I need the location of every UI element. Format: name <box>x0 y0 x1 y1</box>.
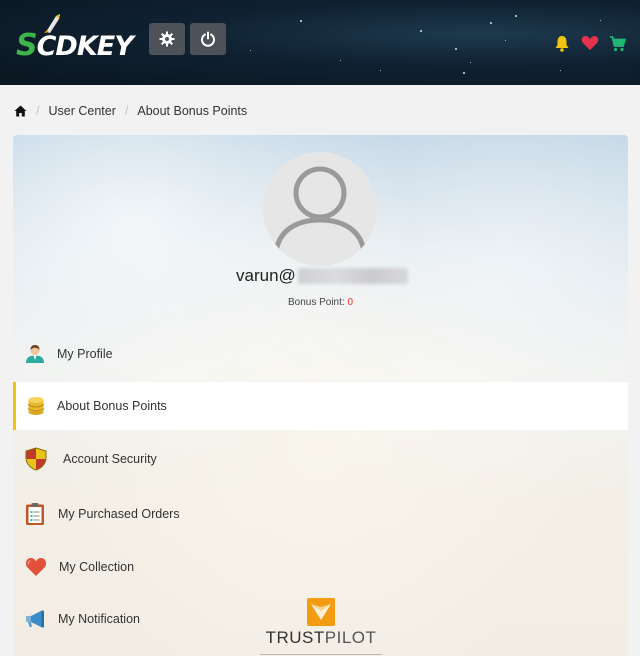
settings-button[interactable] <box>149 23 185 55</box>
bell-icon <box>555 36 569 52</box>
breadcrumb-item-user-center[interactable]: User Center <box>48 104 115 118</box>
user-center-panel: varun@ Bonus Point: 0 My Profile About B… <box>13 135 628 656</box>
trustpilot-divider <box>260 654 382 655</box>
breadcrumb-separator: / <box>124 104 129 118</box>
star-decoration <box>420 30 422 32</box>
cart-button[interactable] <box>609 35 626 52</box>
trustpilot-brand-light: PILOT <box>324 628 377 647</box>
user-avatar-icon <box>273 166 367 253</box>
menu-item-my-profile[interactable]: My Profile <box>13 330 628 378</box>
coins-icon <box>27 396 45 416</box>
power-icon <box>201 31 215 47</box>
star-decoration <box>300 20 302 22</box>
breadcrumb-home[interactable] <box>14 105 27 117</box>
heart-icon <box>581 36 599 50</box>
star-decoration <box>490 22 492 24</box>
cart-icon <box>610 36 626 52</box>
username: varun@ <box>236 265 408 287</box>
menu-item-label: My Collection <box>59 560 135 574</box>
breadcrumb-separator: / <box>36 104 40 118</box>
user-icon <box>25 344 45 364</box>
menu-item-account-security[interactable]: Account Security <box>13 435 628 483</box>
trustpilot-badge[interactable]: TRUSTPILOT <box>260 598 382 656</box>
breadcrumb: / User Center / About Bonus Points <box>14 102 247 120</box>
star-decoration <box>470 62 471 63</box>
menu-item-label: Account Security <box>63 452 157 466</box>
star-decoration <box>340 60 341 61</box>
star-decoration <box>380 70 381 71</box>
star-decoration <box>600 20 601 21</box>
shield-icon <box>25 447 47 471</box>
star-decoration <box>515 15 517 17</box>
bonus-point-value: 0 <box>347 297 354 308</box>
star-decoration <box>250 50 251 51</box>
trustpilot-wordmark: TRUSTPILOT <box>266 628 377 648</box>
trustpilot-brand-main: TRUST <box>265 628 325 647</box>
heart-icon <box>25 557 47 577</box>
star-decoration <box>560 70 561 71</box>
site-header: SCDKEY <box>0 0 640 85</box>
menu-item-label: My Notification <box>58 612 140 626</box>
breadcrumb-item-current: About Bonus Points <box>137 104 248 118</box>
username-redacted <box>297 268 408 284</box>
clipboard-icon <box>25 502 45 526</box>
avatar[interactable] <box>263 152 377 266</box>
megaphone-icon <box>25 609 47 629</box>
logout-button[interactable] <box>190 23 226 55</box>
bonus-point-summary: Bonus Point: 0 <box>13 297 628 308</box>
site-logo[interactable]: SCDKEY <box>16 12 142 63</box>
menu-item-label: My Purchased Orders <box>58 507 180 521</box>
bonus-point-label: Bonus Point: <box>287 297 345 308</box>
gear-icon <box>159 31 175 47</box>
trustpilot-logo-icon <box>307 598 335 626</box>
logo-text: SCDKEY <box>16 28 134 63</box>
menu-item-label: About Bonus Points <box>57 399 167 413</box>
menu-item-label: My Profile <box>57 347 113 361</box>
star-decoration <box>455 48 457 50</box>
menu-item-about-bonus-points[interactable]: About Bonus Points <box>13 382 628 430</box>
notification-button[interactable] <box>554 35 570 52</box>
home-icon <box>14 105 27 117</box>
menu-item-my-collection[interactable]: My Collection <box>13 543 628 591</box>
wishlist-button[interactable] <box>581 35 599 51</box>
menu-item-my-purchased-orders[interactable]: My Purchased Orders <box>13 490 628 538</box>
star-decoration <box>463 72 465 74</box>
username-text: varun@ <box>236 266 296 285</box>
star-decoration <box>505 40 506 41</box>
